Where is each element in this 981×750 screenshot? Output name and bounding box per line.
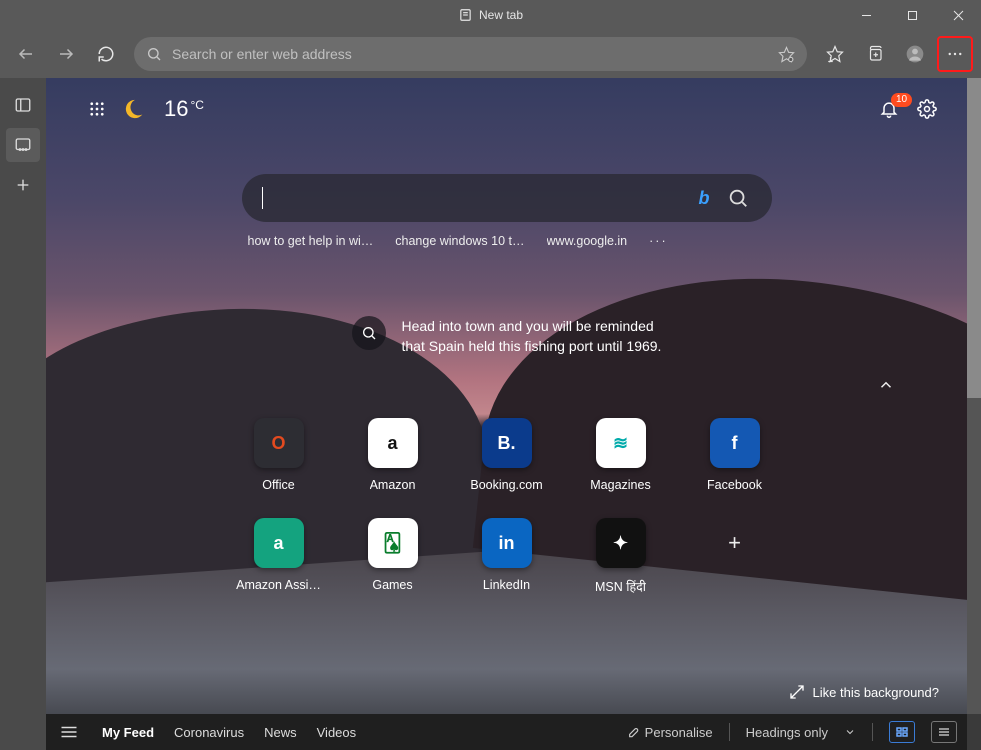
refresh-button[interactable] (88, 36, 124, 72)
collections-button[interactable] (857, 36, 893, 72)
tile-icon: ✦ (596, 518, 646, 568)
like-background-label: Like this background? (813, 685, 939, 700)
weather-icon[interactable] (124, 98, 146, 120)
tile-label: Amazon (370, 478, 416, 492)
new-tab-button[interactable] (6, 168, 40, 202)
ntp-search-box[interactable]: b (242, 174, 772, 222)
favorite-star-icon[interactable] (778, 46, 795, 63)
tile-icon: B. (482, 418, 532, 468)
magnifier-icon (352, 316, 386, 350)
titlebar: New tab (0, 0, 981, 30)
page-settings-button[interactable] (917, 99, 937, 119)
close-button[interactable] (935, 0, 981, 30)
feed-tab-myfeed[interactable]: My Feed (102, 725, 154, 740)
plus-icon: + (710, 518, 760, 568)
feed-tab-videos[interactable]: Videos (317, 725, 357, 740)
address-input[interactable] (172, 46, 768, 62)
temperature-unit: °C (190, 98, 203, 112)
content-viewport: 16 °C 10 b (46, 78, 981, 750)
divider (729, 723, 730, 741)
browser-toolbar (0, 30, 981, 78)
quick-link-tile[interactable]: 🂡 Games (341, 518, 445, 595)
temperature-value: 16 (164, 96, 188, 122)
feed-tab-coronavirus[interactable]: Coronavirus (174, 725, 244, 740)
tile-icon: f (710, 418, 760, 468)
scrollbar-track[interactable] (967, 78, 981, 714)
notifications-button[interactable]: 10 (879, 99, 899, 119)
chevron-down-icon[interactable] (844, 726, 856, 738)
forward-button[interactable] (48, 36, 84, 72)
quick-link-tile[interactable]: in LinkedIn (455, 518, 559, 595)
more-menu-button[interactable] (937, 36, 973, 72)
notifications-badge: 10 (891, 93, 912, 107)
suggestion-item[interactable]: how to get help in wi… (248, 234, 374, 248)
personalise-button[interactable]: Personalise (625, 725, 713, 740)
scrollbar-thumb[interactable] (967, 78, 981, 398)
quick-link-tile[interactable]: f Facebook (683, 418, 787, 492)
quick-link-tile[interactable]: ≋ Magazines (569, 418, 673, 492)
search-icon (146, 46, 162, 62)
minimize-button[interactable] (843, 0, 889, 30)
tab-page-icon (458, 8, 472, 22)
quick-links-grid: O Office a Amazon B. Booking.com ≋ Magazines f Fa… (227, 418, 787, 595)
feed-menu-icon[interactable] (56, 725, 82, 739)
maximize-button[interactable] (889, 0, 935, 30)
tile-icon: O (254, 418, 304, 468)
layout-headings-label[interactable]: Headings only (746, 725, 828, 740)
quick-link-tile[interactable]: a Amazon Assi… (227, 518, 331, 595)
current-tab-thumbnail[interactable] (6, 128, 40, 162)
tile-icon: a (254, 518, 304, 568)
favorites-button[interactable] (817, 36, 853, 72)
window-title: New tab (479, 8, 523, 22)
personalise-label: Personalise (645, 725, 713, 740)
tile-label: MSN हिंदी (595, 578, 646, 595)
quick-link-tile[interactable]: ✦ MSN हिंदी (569, 518, 673, 595)
divider (872, 723, 873, 741)
feed-tab-news[interactable]: News (264, 725, 297, 740)
vertical-tabs-rail (0, 78, 46, 750)
quick-link-tile[interactable]: B. Booking.com (455, 418, 559, 492)
collapse-info-icon[interactable] (877, 376, 895, 394)
search-suggestions: how to get help in wi… change windows 10… (242, 234, 772, 248)
weather-temperature[interactable]: 16 °C (164, 96, 204, 122)
tile-label: Magazines (590, 478, 650, 492)
tile-label: Booking.com (470, 478, 542, 492)
suggestion-item[interactable]: change windows 10 t… (395, 234, 524, 248)
tile-icon: 🂡 (368, 518, 418, 568)
suggestion-more[interactable]: ··· (649, 234, 668, 248)
tile-label: Games (372, 578, 412, 592)
search-submit-icon[interactable] (724, 184, 752, 212)
add-quick-link-button[interactable]: + (683, 518, 787, 595)
layout-grid-button[interactable] (889, 721, 915, 743)
tile-label: Office (262, 478, 294, 492)
bing-logo-icon: b (699, 188, 710, 209)
vertical-tabs-toggle[interactable] (6, 88, 40, 122)
tile-label: Facebook (707, 478, 762, 492)
suggestion-item[interactable]: www.google.in (547, 234, 628, 248)
back-button[interactable] (8, 36, 44, 72)
like-background-button[interactable]: Like this background? (789, 684, 939, 700)
tile-icon: in (482, 518, 532, 568)
tile-icon: ≋ (596, 418, 646, 468)
tile-icon: a (368, 418, 418, 468)
feed-bar: My Feed Coronavirus News Videos Personal… (46, 714, 967, 750)
layout-list-button[interactable] (931, 721, 957, 743)
search-cursor (262, 187, 263, 209)
image-info-text: Head into town and you will be reminded … (402, 316, 662, 357)
apps-grid-icon[interactable] (88, 100, 106, 118)
image-info-card[interactable]: Head into town and you will be reminded … (352, 316, 662, 357)
tile-label: Amazon Assi… (236, 578, 321, 592)
profile-button[interactable] (897, 36, 933, 72)
quick-link-tile[interactable]: a Amazon (341, 418, 445, 492)
quick-link-tile[interactable]: O Office (227, 418, 331, 492)
tile-label: LinkedIn (483, 578, 530, 592)
address-bar[interactable] (134, 37, 807, 71)
